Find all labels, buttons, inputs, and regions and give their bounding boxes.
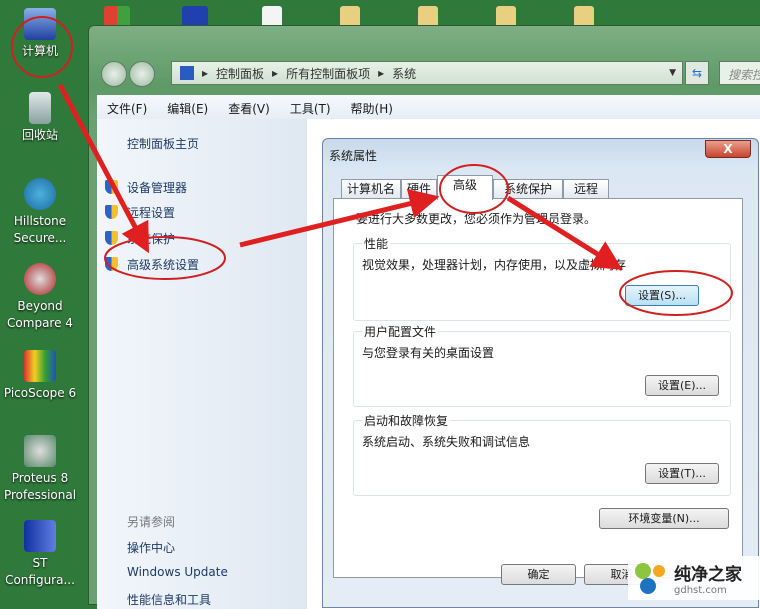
recycle-bin-icon (29, 92, 51, 124)
tab-advanced[interactable]: 高级 (437, 175, 493, 200)
close-icon: X (723, 142, 733, 156)
computer-icon (24, 8, 56, 40)
menu-bar: 文件(F) 编辑(E) 查看(V) 工具(T) 帮助(H) (97, 95, 760, 119)
watermark-icon (635, 563, 665, 594)
ok-button[interactable]: 确定 (501, 564, 576, 585)
menu-view[interactable]: 查看(V) (228, 100, 270, 116)
st-config-icon (24, 520, 56, 552)
tab-remote[interactable]: 远程 (563, 179, 609, 199)
desktop-icon-picoscope[interactable]: PicoScope 6 (0, 350, 80, 402)
tab-hardware[interactable]: 硬件 (401, 179, 437, 199)
advanced-tab-panel: 要进行大多数更改，您必须作为管理员登录。 性能 视觉效果，处理器计划，内存使用，… (333, 198, 743, 578)
desktop-icon-proteus[interactable]: Proteus 8 Professional (0, 435, 80, 504)
performance-group: 性能 视觉效果，处理器计划，内存使用，以及虚拟内存 (353, 235, 731, 321)
hillstone-icon (24, 178, 56, 210)
left-pane: 控制面板主页 设备管理器 远程设置 系统保护 高级系统设置 另请参阅 操作中心 … (97, 119, 307, 609)
tab-computer-name[interactable]: 计算机名 (341, 179, 401, 199)
proteus-icon (24, 435, 56, 467)
startup-recovery-settings-button[interactable]: 设置(T)... (645, 463, 719, 484)
group-title: 启动和故障恢复 (362, 412, 451, 429)
control-panel-home-link[interactable]: 控制面板主页 (127, 135, 199, 152)
advanced-system-settings-link[interactable]: 高级系统设置 (127, 256, 199, 273)
dialog-title: 系统属性 (329, 149, 378, 163)
watermark-name: 纯净之家 (674, 565, 742, 585)
menu-help[interactable]: 帮助(H) (351, 100, 393, 116)
breadcrumb-item[interactable]: 系统 (392, 65, 416, 82)
menu-edit[interactable]: 编辑(E) (167, 100, 208, 116)
picoscope-icon (24, 350, 56, 382)
group-title: 性能 (362, 235, 391, 252)
shield-icon (105, 180, 118, 194)
back-button[interactable] (101, 61, 127, 87)
desktop-icon-recycle-bin[interactable]: 回收站 (0, 92, 80, 144)
startup-recovery-group: 启动和故障恢复 系统启动、系统失败和调试信息 (353, 412, 731, 496)
device-manager-link[interactable]: 设备管理器 (127, 179, 187, 196)
forward-button[interactable] (129, 61, 155, 87)
breadcrumb-item[interactable]: 控制面板 (216, 65, 264, 82)
see-also-heading: 另请参阅 (127, 515, 176, 529)
desktop-icon-beyond-compare[interactable]: Beyond Compare 4 (0, 263, 80, 332)
beyond-compare-icon (24, 263, 56, 295)
chevron-right-icon: ▸ (272, 66, 279, 80)
shield-icon (105, 257, 118, 271)
shield-icon (105, 205, 118, 219)
chevron-right-icon: ▸ (202, 66, 209, 80)
control-panel-icon (180, 66, 194, 80)
desktop-icon-computer[interactable]: 计算机 (0, 8, 80, 60)
shield-icon (105, 231, 118, 245)
admin-note: 要进行大多数更改，您必须作为管理员登录。 (356, 212, 597, 226)
action-center-link[interactable]: 操作中心 (127, 539, 175, 556)
watermark-url: gdhst.com (674, 585, 727, 596)
tab-system-protection[interactable]: 系统保护 (493, 179, 563, 199)
watermark-logo: 纯净之家 gdhst.com (628, 556, 760, 600)
group-description: 与您登录有关的桌面设置 (362, 346, 495, 360)
windows-update-link[interactable]: Windows Update (127, 565, 228, 579)
chevron-right-icon: ▸ (378, 66, 385, 80)
close-button[interactable]: X (705, 140, 751, 158)
system-protection-link[interactable]: 系统保护 (127, 230, 175, 247)
menu-file[interactable]: 文件(F) (107, 100, 147, 116)
remote-settings-link[interactable]: 远程设置 (127, 204, 175, 221)
user-profiles-settings-button[interactable]: 设置(E)... (645, 375, 719, 396)
breadcrumb-item[interactable]: 所有控制面板项 (286, 65, 370, 82)
environment-variables-button[interactable]: 环境变量(N)... (599, 508, 729, 529)
refresh-icon: ⇆ (691, 66, 703, 80)
group-title: 用户配置文件 (362, 323, 439, 340)
address-bar[interactable]: ▸ 控制面板 ▸ 所有控制面板项 ▸ 系统 ▼ (171, 61, 683, 85)
group-description: 视觉效果，处理器计划，内存使用，以及虚拟内存 (362, 258, 627, 272)
chevron-down-icon[interactable]: ▼ (669, 68, 676, 78)
desktop-icon-hillstone[interactable]: Hillstone Secure... (0, 178, 80, 247)
menu-tools[interactable]: 工具(T) (290, 100, 331, 116)
performance-settings-button[interactable]: 设置(S)... (625, 285, 699, 306)
refresh-button[interactable]: ⇆ (685, 61, 709, 85)
search-input[interactable]: 搜索控 (719, 61, 760, 85)
group-description: 系统启动、系统失败和调试信息 (362, 435, 531, 449)
system-properties-dialog: 系统属性 X 计算机名 硬件 高级 系统保护 远程 要进行大多数更改，您必须作为… (322, 138, 759, 608)
desktop-icon-st-config[interactable]: ST Configura... (0, 520, 80, 589)
